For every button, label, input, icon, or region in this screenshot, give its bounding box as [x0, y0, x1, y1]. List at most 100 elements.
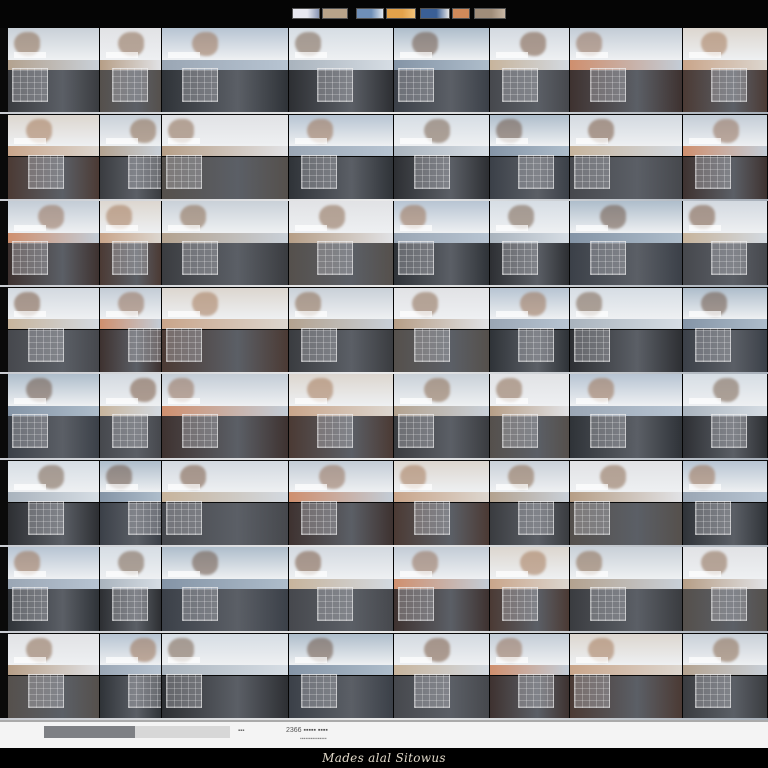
- thumbnail-caption-bar: [400, 484, 432, 491]
- window-frame: [502, 68, 538, 103]
- image-thumbnail[interactable]: [162, 28, 289, 112]
- toolbar-thumbnail-chip[interactable]: [322, 8, 348, 19]
- image-thumbnail[interactable]: [100, 633, 162, 718]
- toolbar-thumbnail-chip[interactable]: [420, 8, 450, 19]
- image-thumbnail[interactable]: [490, 28, 570, 112]
- toolbar-thumbnail-chip[interactable]: [292, 8, 320, 19]
- image-thumbnail[interactable]: [100, 374, 162, 458]
- image-thumbnail[interactable]: [394, 374, 490, 458]
- image-thumbnail[interactable]: [570, 114, 683, 199]
- thumbnail-caption-bar: [14, 51, 46, 58]
- image-thumbnail[interactable]: [570, 287, 683, 372]
- window-frame: [112, 68, 148, 103]
- image-thumbnail[interactable]: [570, 201, 683, 285]
- thumbnail-caption-bar: [576, 51, 608, 58]
- thumbnail-caption-bar: [496, 657, 528, 664]
- window-frame: [112, 587, 148, 622]
- window-frame: [12, 241, 48, 276]
- thumbnail-caption-bar: [295, 570, 327, 577]
- image-thumbnail[interactable]: [683, 201, 768, 285]
- window-frame: [182, 587, 218, 622]
- image-thumbnail[interactable]: [394, 460, 490, 545]
- image-thumbnail[interactable]: [289, 114, 394, 199]
- image-thumbnail[interactable]: [683, 287, 768, 372]
- image-thumbnail[interactable]: [8, 114, 100, 199]
- image-thumbnail[interactable]: [289, 460, 394, 545]
- toolbar-thumbnail-chip[interactable]: [452, 8, 470, 19]
- window-frame: [695, 673, 731, 708]
- image-thumbnail[interactable]: [683, 633, 768, 718]
- image-thumbnail[interactable]: [394, 28, 490, 112]
- image-thumbnail[interactable]: [289, 374, 394, 458]
- progress-bar[interactable]: [44, 726, 230, 738]
- image-thumbnail[interactable]: [490, 114, 570, 199]
- thumbnail-ground: [570, 70, 682, 112]
- image-thumbnail[interactable]: [570, 28, 683, 112]
- image-thumbnail[interactable]: [100, 28, 162, 112]
- image-thumbnail[interactable]: [289, 633, 394, 718]
- thumbnail-caption-bar: [689, 311, 721, 318]
- image-thumbnail[interactable]: [394, 114, 490, 199]
- thumbnail-caption-bar: [295, 657, 327, 664]
- image-thumbnail[interactable]: [8, 460, 100, 545]
- image-thumbnail[interactable]: [162, 374, 289, 458]
- image-thumbnail[interactable]: [100, 547, 162, 631]
- image-thumbnail[interactable]: [100, 114, 162, 199]
- image-thumbnail[interactable]: [490, 633, 570, 718]
- window-frame: [398, 414, 434, 449]
- image-thumbnail[interactable]: [683, 374, 768, 458]
- image-thumbnail[interactable]: [570, 633, 683, 718]
- image-thumbnail[interactable]: [683, 460, 768, 545]
- image-thumbnail[interactable]: [490, 374, 570, 458]
- image-thumbnail[interactable]: [394, 547, 490, 631]
- image-thumbnail[interactable]: [394, 633, 490, 718]
- image-thumbnail[interactable]: [490, 547, 570, 631]
- image-thumbnail[interactable]: [162, 287, 289, 372]
- image-thumbnail[interactable]: [162, 547, 289, 631]
- image-thumbnail[interactable]: [570, 547, 683, 631]
- image-thumbnail[interactable]: [8, 287, 100, 372]
- window-frame: [128, 500, 161, 535]
- window-frame: [28, 500, 64, 535]
- image-thumbnail[interactable]: [100, 460, 162, 545]
- thumbnail-horizon: [162, 405, 288, 416]
- window-frame: [128, 673, 161, 708]
- window-frame: [518, 500, 554, 535]
- image-thumbnail[interactable]: [394, 201, 490, 285]
- image-thumbnail[interactable]: [162, 201, 289, 285]
- window-frame: [301, 673, 337, 708]
- image-thumbnail[interactable]: [289, 287, 394, 372]
- image-thumbnail[interactable]: [683, 547, 768, 631]
- image-thumbnail[interactable]: [100, 201, 162, 285]
- image-thumbnail[interactable]: [289, 547, 394, 631]
- image-thumbnail[interactable]: [289, 28, 394, 112]
- image-thumbnail[interactable]: [683, 114, 768, 199]
- image-thumbnail[interactable]: [683, 28, 768, 112]
- toolbar-thumbnail-chip[interactable]: [386, 8, 416, 19]
- image-thumbnail[interactable]: [394, 287, 490, 372]
- image-thumbnail[interactable]: [570, 374, 683, 458]
- image-thumbnail[interactable]: [8, 28, 100, 112]
- image-thumbnail[interactable]: [8, 374, 100, 458]
- image-thumbnail[interactable]: [8, 201, 100, 285]
- thumbnail-caption-bar: [168, 51, 200, 58]
- image-thumbnail[interactable]: [162, 633, 289, 718]
- toolbar-thumbnail-chip[interactable]: [356, 8, 384, 19]
- image-thumbnail[interactable]: [490, 201, 570, 285]
- image-thumbnail[interactable]: [490, 460, 570, 545]
- toolbar-thumbnail-chip[interactable]: [474, 8, 506, 19]
- thumbnail-caption-bar: [400, 311, 432, 318]
- image-thumbnail[interactable]: [490, 287, 570, 372]
- thumbnail-caption-bar: [168, 138, 200, 145]
- image-thumbnail[interactable]: [100, 287, 162, 372]
- image-thumbnail[interactable]: [570, 460, 683, 545]
- window-frame: [574, 327, 610, 362]
- thumbnail-caption-bar: [14, 570, 46, 577]
- image-thumbnail[interactable]: [162, 460, 289, 545]
- image-thumbnail[interactable]: [289, 201, 394, 285]
- image-thumbnail[interactable]: [162, 114, 289, 199]
- grid-row: [0, 28, 768, 114]
- image-thumbnail[interactable]: [8, 633, 100, 718]
- image-thumbnail[interactable]: [8, 547, 100, 631]
- thumbnail-caption-bar: [295, 397, 327, 404]
